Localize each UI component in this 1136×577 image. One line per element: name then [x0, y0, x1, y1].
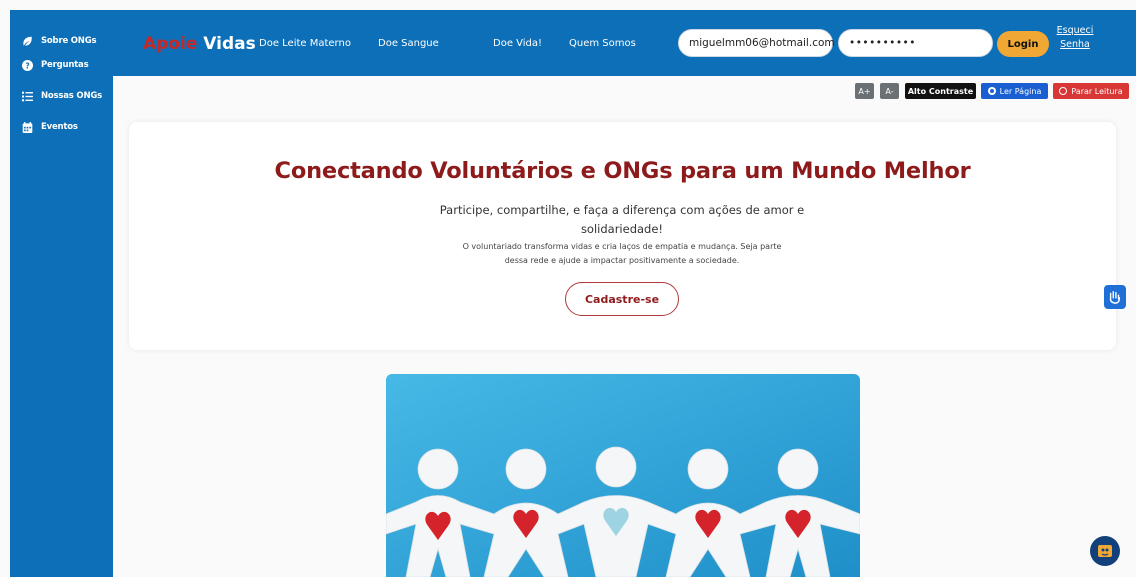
nav-doe-sangue[interactable]: Doe Sangue — [378, 38, 439, 49]
paper-people-image — [386, 374, 860, 577]
stop-reading-label: Parar Leitura — [1071, 86, 1123, 96]
password-field[interactable]: •••••••••• — [838, 29, 993, 57]
font-decrease-button[interactable]: A- — [880, 83, 899, 99]
sidebar: Sobre ONGs ? Perguntas Nossas ONGs Event… — [10, 10, 113, 577]
svg-text:?: ? — [25, 61, 29, 70]
sidebar-item-sobre-ongs[interactable]: Sobre ONGs — [10, 30, 113, 52]
high-contrast-button[interactable]: Alto Contraste — [905, 83, 976, 99]
hero-subtitle: Participe, compartilhe, e faça a diferen… — [397, 201, 847, 239]
brand-part-2: Vidas — [203, 34, 256, 54]
sidebar-item-perguntas[interactable]: ? Perguntas — [10, 54, 113, 76]
forgot-line-2: Senha — [1060, 39, 1090, 50]
sidebar-item-label: Perguntas — [41, 60, 89, 70]
read-page-label: Ler Página — [999, 86, 1042, 96]
calendar-icon — [17, 121, 37, 133]
hero-description-line-1: O voluntariado transforma vidas e cria l… — [462, 242, 782, 251]
stop-reading-button[interactable]: Parar Leitura — [1053, 83, 1129, 99]
email-field[interactable]: miguelmm06@hotmail.com — [678, 29, 835, 57]
list-icon — [17, 91, 37, 102]
hero-description: O voluntariado transforma vidas e cria l… — [379, 240, 865, 268]
forgot-line-1: Esqueci — [1056, 25, 1094, 36]
sidebar-item-label: Eventos — [41, 122, 78, 132]
nav-quem-somos[interactable]: Quem Somos — [569, 38, 636, 49]
read-page-button[interactable]: Ler Página — [981, 83, 1048, 99]
hero-subtitle-line-2: solidariedade! — [580, 222, 664, 236]
question-icon: ? — [17, 59, 37, 71]
top-navbar: Apoie Vidas Doe Leite Materno Doe Sangue… — [113, 10, 1136, 76]
brand-part-1: Apoie — [143, 34, 198, 54]
stop-icon — [1059, 87, 1068, 95]
hero-description-line-2: dessa rede e ajude a impactar positivame… — [504, 256, 740, 265]
forgot-password-link[interactable]: Esqueci Senha — [1045, 24, 1105, 52]
hero-title: Conectando Voluntários e ONGs para um Mu… — [274, 158, 971, 184]
nav-doe-leite-materno[interactable]: Doe Leite Materno — [259, 38, 351, 49]
login-button[interactable]: Login — [997, 31, 1049, 57]
speaker-icon — [987, 87, 996, 95]
sidebar-item-label: Nossas ONGs — [41, 91, 103, 101]
brand-logo[interactable]: Apoie Vidas — [143, 34, 256, 54]
font-increase-button[interactable]: A+ — [855, 83, 874, 99]
sidebar-item-nossas-ongs[interactable]: Nossas ONGs — [10, 85, 113, 107]
sidebar-item-label: Sobre ONGs — [41, 36, 97, 46]
page: Sobre ONGs ? Perguntas Nossas ONGs Event… — [0, 0, 1136, 577]
assistant-icon[interactable] — [1090, 536, 1120, 566]
hand-sign-icon[interactable] — [1104, 285, 1126, 309]
leaf-icon — [17, 36, 37, 47]
signup-button[interactable]: Cadastre-se — [565, 282, 679, 316]
hero-card: Conectando Voluntários e ONGs para um Mu… — [129, 122, 1116, 350]
nav-doe-vida[interactable]: Doe Vida! — [493, 38, 542, 49]
hero-subtitle-line-1: Participe, compartilhe, e faça a diferen… — [439, 203, 805, 217]
sidebar-item-eventos[interactable]: Eventos — [10, 116, 113, 138]
